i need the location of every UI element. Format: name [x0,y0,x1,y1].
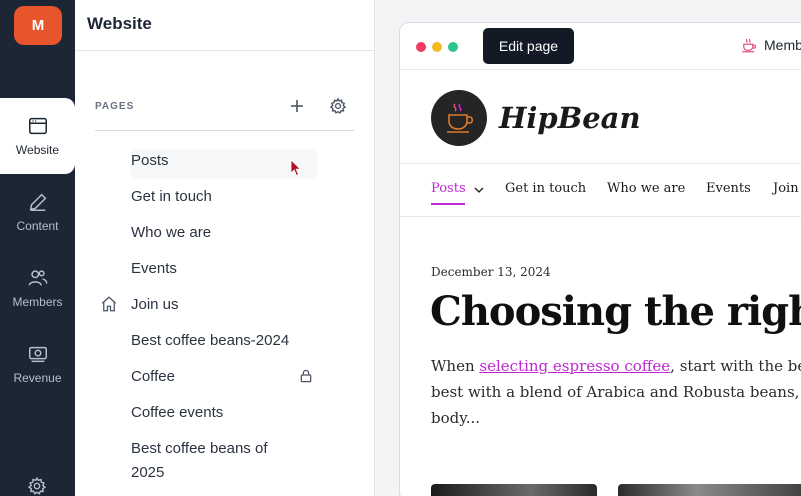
members-link[interactable]: Memb [740,37,801,53]
pen-icon [29,193,46,211]
post-excerpt: When selecting espresso coffee, start wi… [431,353,801,431]
page-item-label-line1: Best coffee beans of [131,440,268,457]
rail-label-revenue: Revenue [13,371,62,385]
rail-label-website: Website [15,143,60,157]
lock-icon [300,369,312,383]
money-icon [28,346,47,363]
post-thumbnail-2[interactable] [618,484,801,496]
post-date: December 13, 2024 [431,265,551,279]
pages-settings-gear-icon[interactable] [329,97,347,115]
site-nav-join[interactable]: Join [773,181,799,196]
pages-section-label: PAGES [95,101,135,112]
pages-panel: Website PAGES Posts Get in touch Who we … [75,0,375,496]
post-excerpt-line-2: best with a blend of Arabica and Robusta… [431,383,801,401]
rail-item-website[interactable]: Website [0,98,75,174]
rail-item-revenue[interactable]: Revenue [0,326,75,402]
rail-label-members: Members [12,295,63,309]
page-item-best-coffee-beans-2024[interactable]: Best coffee beans-2024 [131,329,289,353]
site-nav-events[interactable]: Events [706,181,751,196]
site-nav-active-underline [431,203,465,205]
app-root: M Website Content Members Revenue Websit… [0,0,801,496]
page-item-events[interactable]: Events [131,257,177,281]
window-maximize-dot [448,42,458,52]
coffee-cup-icon [742,38,757,53]
site-preview-window: Edit page Memb HipBean Posts Get in touc… [399,22,801,496]
page-item-coffee[interactable]: Coffee [131,365,175,389]
post-excerpt-line1-rest: , start with the bean ty [670,357,801,375]
browser-icon [28,117,47,135]
gear-icon[interactable] [27,476,47,496]
plus-icon [291,100,303,112]
post-excerpt-line-1: When selecting espresso coffee, start wi… [431,353,801,379]
add-page-button[interactable] [288,96,306,116]
pages-rule [95,130,354,131]
page-item-get-in-touch[interactable]: Get in touch [131,185,212,209]
page-item-join-us[interactable]: Join us [131,293,179,317]
mouse-cursor-icon [290,159,302,177]
brand-name[interactable]: HipBean [499,101,641,135]
members-label: Memb [764,37,801,53]
post-title[interactable]: Choosing the right [430,288,801,335]
hipbean-logo[interactable] [431,90,487,146]
left-rail: M Website Content Members Revenue [0,0,75,496]
site-nav-get-in-touch[interactable]: Get in touch [505,181,586,196]
avatar[interactable]: M [14,6,62,45]
panel-divider [75,50,375,51]
post-thumbnail-1[interactable] [431,484,597,496]
site-nav-rule-top [400,163,801,164]
browser-toolbar-rule [400,69,801,70]
post-excerpt-prefix: When [431,357,480,375]
window-minimize-dot [432,42,442,52]
coffee-cup-logo-icon [447,103,474,133]
window-close-dot [416,42,426,52]
rail-item-content[interactable]: Content [0,174,75,250]
rail-label-content: Content [16,219,59,233]
page-item-best-coffee-beans-2025[interactable]: Best coffee beans of 2025 [131,437,268,485]
site-nav-posts[interactable]: Posts [431,181,466,196]
page-item-who-we-are[interactable]: Who we are [131,221,211,245]
page-item-coffee-events[interactable]: Coffee events [131,401,223,425]
home-icon [101,296,117,312]
panel-title: Website [87,14,152,33]
post-excerpt-line-3: body... [431,409,481,427]
page-item-label-line2: 2025 [131,464,165,481]
chevron-down-icon[interactable] [474,186,484,194]
rail-item-members[interactable]: Members [0,250,75,326]
post-excerpt-link[interactable]: selecting espresso coffee [479,357,670,375]
site-nav-rule-bottom [400,216,801,217]
users-icon [28,270,47,286]
edit-page-button[interactable]: Edit page [483,28,574,64]
site-nav-who-we-are[interactable]: Who we are [607,181,685,196]
